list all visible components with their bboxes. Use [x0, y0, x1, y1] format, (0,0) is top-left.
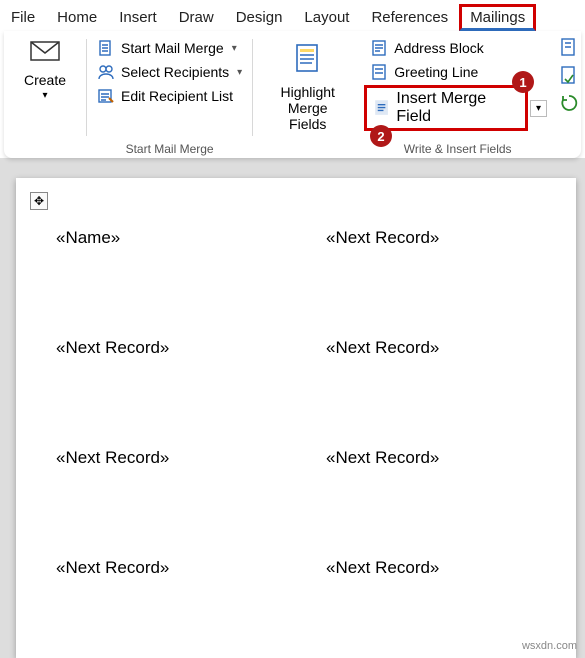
merge-field[interactable]: «Next Record»: [326, 558, 536, 578]
tab-layout[interactable]: Layout: [293, 4, 360, 31]
merge-field[interactable]: «Next Record»: [326, 448, 536, 468]
watermark: wsxdn.com: [522, 640, 577, 652]
tab-draw[interactable]: Draw: [168, 4, 225, 31]
create-label: Create: [24, 72, 66, 88]
ribbon-tabs: File Home Insert Draw Design Layout Refe…: [0, 0, 585, 31]
edit-recipient-list-button[interactable]: Edit Recipient List: [93, 85, 246, 107]
tab-file[interactable]: File: [0, 4, 46, 31]
insert-merge-field-dropdown[interactable]: ▾: [530, 100, 547, 117]
chevron-down-icon: ▾: [232, 43, 237, 54]
group-highlight: Highlight Merge Fields: [253, 31, 362, 158]
group-start-mail-merge: Start Mail Merge ▾ Select Recipients ▾ E…: [87, 31, 252, 158]
merge-field[interactable]: «Next Record»: [56, 338, 266, 358]
merge-field[interactable]: «Next Record»: [56, 448, 266, 468]
tab-insert[interactable]: Insert: [108, 4, 168, 31]
highlight-label-1: Highlight: [269, 84, 346, 100]
highlight-merge-fields-button[interactable]: Highlight Merge Fields: [259, 37, 356, 132]
create-button[interactable]: Create ▾: [10, 37, 80, 101]
document-page[interactable]: ✥ «Name» «Next Record» «Next Record» «Ne…: [16, 178, 576, 658]
table-move-handle[interactable]: ✥: [30, 192, 48, 210]
select-recipients-button[interactable]: Select Recipients ▾: [93, 61, 246, 83]
insert-merge-field-button[interactable]: Insert Merge Field: [364, 85, 528, 131]
tab-references[interactable]: References: [360, 4, 459, 31]
label-grid: «Name» «Next Record» «Next Record» «Next…: [16, 198, 576, 578]
update-labels-icon[interactable]: [559, 93, 579, 113]
highlight-label-2: Merge Fields: [269, 100, 346, 132]
tab-mailings[interactable]: Mailings: [459, 4, 536, 31]
chevron-down-icon: ▾: [43, 90, 48, 101]
highlight-fields-icon: [291, 41, 325, 80]
merge-field[interactable]: «Next Record»: [56, 558, 266, 578]
group-label-wif: Write & Insert Fields: [362, 142, 553, 156]
ribbon: 1 Create ▾ Start Mail Merge ▾ Select Rec…: [4, 31, 581, 158]
start-mail-merge-label: Start Mail Merge: [121, 40, 224, 56]
tab-design[interactable]: Design: [225, 4, 294, 31]
extra-commands: [553, 31, 581, 158]
group-create: Create ▾: [4, 31, 86, 158]
document-area: ✥ «Name» «Next Record» «Next Record» «Ne…: [0, 158, 585, 658]
callout-badge-1: 1: [512, 71, 534, 93]
greeting-line-label: Greeting Line: [394, 64, 478, 80]
document-icon: [97, 39, 115, 57]
select-recipients-label: Select Recipients: [121, 64, 229, 80]
chevron-down-icon: ▾: [237, 67, 242, 78]
start-mail-merge-button[interactable]: Start Mail Merge ▾: [93, 37, 246, 59]
edit-recipient-list-label: Edit Recipient List: [121, 88, 233, 104]
group-label-mailmerge: Start Mail Merge: [87, 142, 252, 156]
insert-merge-field-label: Insert Merge Field: [396, 90, 519, 126]
address-block-icon: [370, 39, 388, 57]
merge-field[interactable]: «Next Record»: [326, 228, 536, 248]
edit-list-icon: [97, 87, 115, 105]
greeting-line-icon: [370, 63, 388, 81]
address-block-label: Address Block: [394, 40, 483, 56]
rules-icon[interactable]: [559, 37, 579, 57]
callout-badge-2: 2: [370, 125, 392, 147]
merge-field[interactable]: «Name»: [56, 228, 266, 248]
envelope-icon: [30, 41, 60, 66]
match-fields-icon[interactable]: [559, 65, 579, 85]
tab-home[interactable]: Home: [46, 4, 108, 31]
insert-field-icon: [373, 99, 390, 117]
merge-field[interactable]: «Next Record»: [326, 338, 536, 358]
recipients-icon: [97, 63, 115, 81]
address-block-button[interactable]: Address Block: [364, 37, 547, 59]
